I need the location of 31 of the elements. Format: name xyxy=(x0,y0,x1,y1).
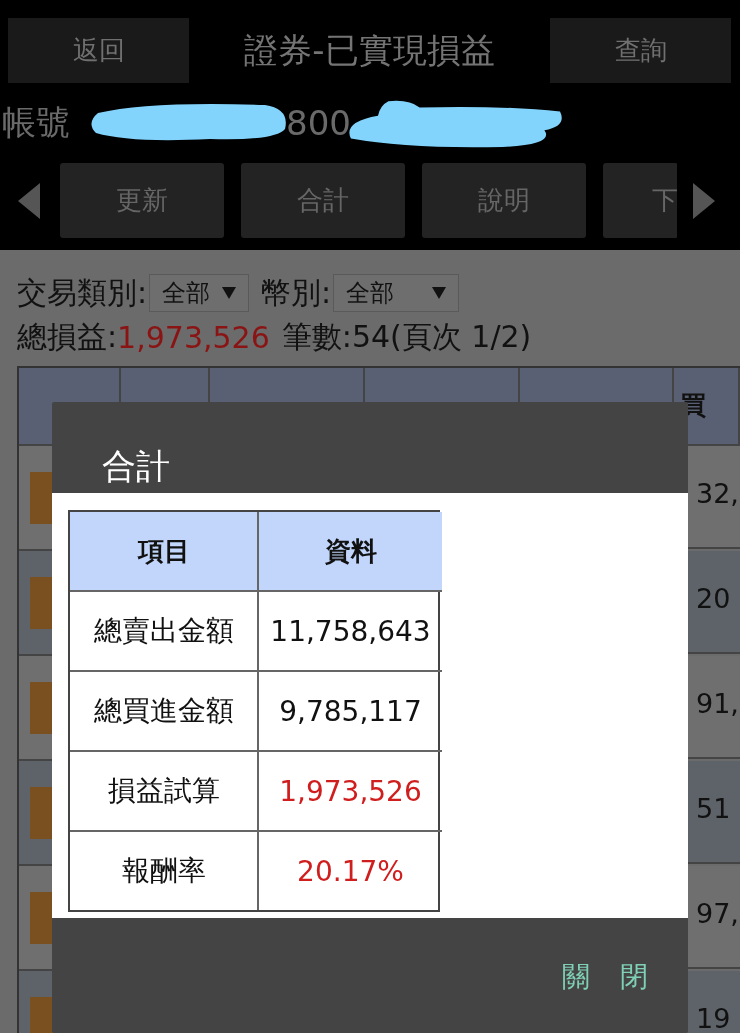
column-header: 資料 xyxy=(259,512,442,592)
left-arrow-icon[interactable] xyxy=(16,180,42,221)
column-header: 項目 xyxy=(70,512,259,592)
account-number: 800 xyxy=(286,103,351,143)
caret-icon xyxy=(432,287,447,299)
table-cell: 損益試算 xyxy=(70,752,259,832)
back-button[interactable]: 返回 xyxy=(8,18,189,83)
query-button[interactable]: 查詢 xyxy=(550,18,731,83)
toolbar-button[interactable]: 下 xyxy=(603,163,677,238)
table-cell: 報酬率 xyxy=(70,832,259,910)
caret-icon xyxy=(222,287,237,299)
table-cell: 總買進金額 xyxy=(70,672,259,752)
table-cell: 11,758,643 xyxy=(259,592,442,672)
filter-dropdown[interactable]: 全部 xyxy=(149,274,250,312)
record-count: 筆數:54(頁次 1/2) xyxy=(281,317,532,356)
right-arrow-icon[interactable] xyxy=(691,180,717,221)
table-cell: 9,785,117 xyxy=(259,672,442,752)
toolbar-button[interactable]: 說明 xyxy=(422,163,586,238)
table-cell: 1,973,526 xyxy=(259,752,442,832)
table-cell-text: 20.17% xyxy=(296,853,405,890)
dialog-title: 合計 xyxy=(102,446,170,486)
toolbar-button[interactable]: 更新 xyxy=(60,163,224,238)
filter-dropdown[interactable]: 全部 xyxy=(333,274,460,312)
table-cell: 總賣出金額 xyxy=(70,592,259,672)
total-label: 總損益: xyxy=(17,317,118,356)
toolbar-button[interactable]: 合計 xyxy=(241,163,405,238)
account-label: 帳號 xyxy=(2,101,70,144)
total-value: 1,973,526 xyxy=(117,319,270,355)
filter-label: 交易類別: xyxy=(17,273,148,312)
filter-label: 幣別: xyxy=(261,273,332,312)
page-title: 證券-已實現損益 xyxy=(243,28,496,72)
